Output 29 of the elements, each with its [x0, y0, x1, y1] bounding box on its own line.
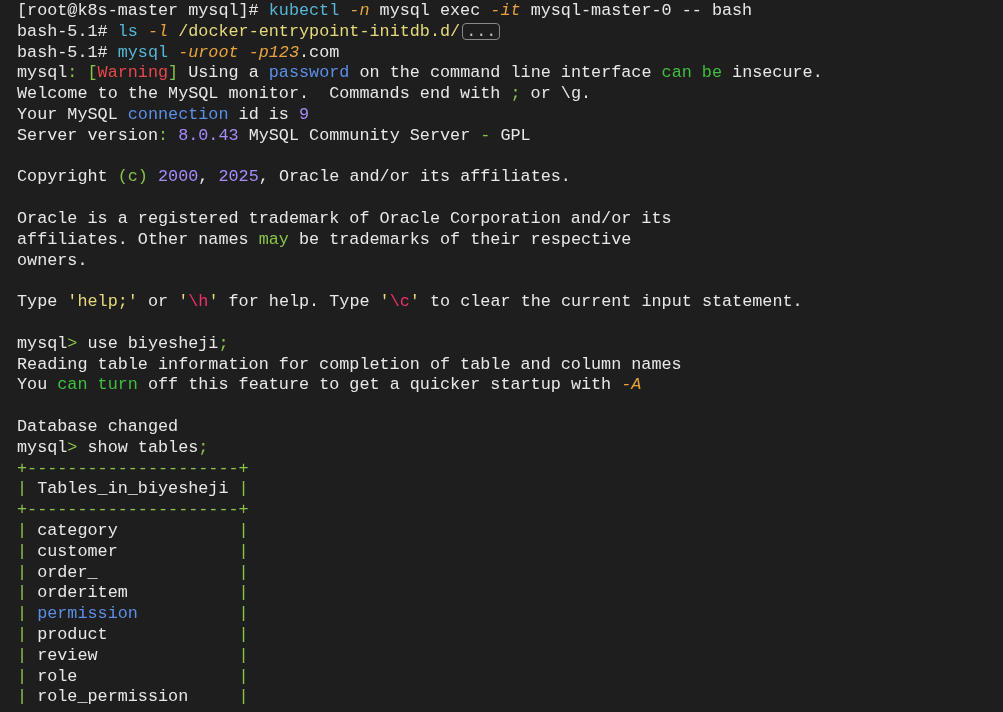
terminal-line: Database changed [16, 416, 180, 438]
terminal-line: Your MySQL connection id is 9 [16, 105, 311, 126]
terminal-line: +---------------------+ [16, 458, 250, 480]
terminal-line: Copyright (c) 2000, 2025, Oracle and/or its affiliates. [16, 167, 572, 189]
terminal-line: Welcome to the MySQL monitor. Commands end with ; or \g. [16, 84, 593, 105]
terminal-line: Reading table information for completion of table and column names [16, 354, 683, 376]
terminal-line: | product | [16, 624, 250, 646]
terminal-line: mysql> show tables; [16, 437, 210, 459]
terminal-line: | role | [16, 666, 250, 688]
terminal-line: +---------------------+ [16, 500, 250, 521]
terminal-line: bash-5.1# ls -l /docker-entrypoint-initdb.d/ ... [0, 21, 503, 43]
terminal-line: | orderitem | [16, 583, 250, 605]
terminal-line: mysql> use biyesheji; [16, 333, 230, 355]
terminal-line: | role_permission | [16, 687, 250, 709]
terminal-line: | category | [16, 520, 250, 542]
terminal-line: | permission | [16, 604, 250, 625]
terminal-line: affiliates. Other names may be trademarks of their respective [16, 229, 633, 251]
terminal-line: bash-5.1# mysql -uroot -p123.com [16, 42, 341, 64]
terminal-line: You can turn off this feature to get a quicker startup with -A [16, 375, 643, 397]
terminal-line: mysql: [Warning] Using a password on the command line interface can be insecure. [16, 63, 824, 85]
terminal-line: Type 'help;' or '\h' for help. Type '\c' to clear the current input statement. [16, 292, 804, 313]
terminal-line: | order_ | [16, 562, 250, 584]
terminal-line: | customer | [16, 541, 250, 563]
terminal-line: Oracle is a registered trademark of Oracle Corporation and/or its [16, 208, 673, 230]
terminal-line: Server version: 8.0.43 MySQL Community Server - GPL [16, 125, 532, 147]
terminal-line: | Tables_in_biyesheji | [16, 479, 250, 501]
terminal-line: [root@k8s-master mysql]# kubectl -n mysql exec -it mysql-master-0 -- bash [16, 1, 754, 22]
terminal-line: | review | [16, 645, 250, 667]
terminal-line: owners. [16, 250, 89, 272]
